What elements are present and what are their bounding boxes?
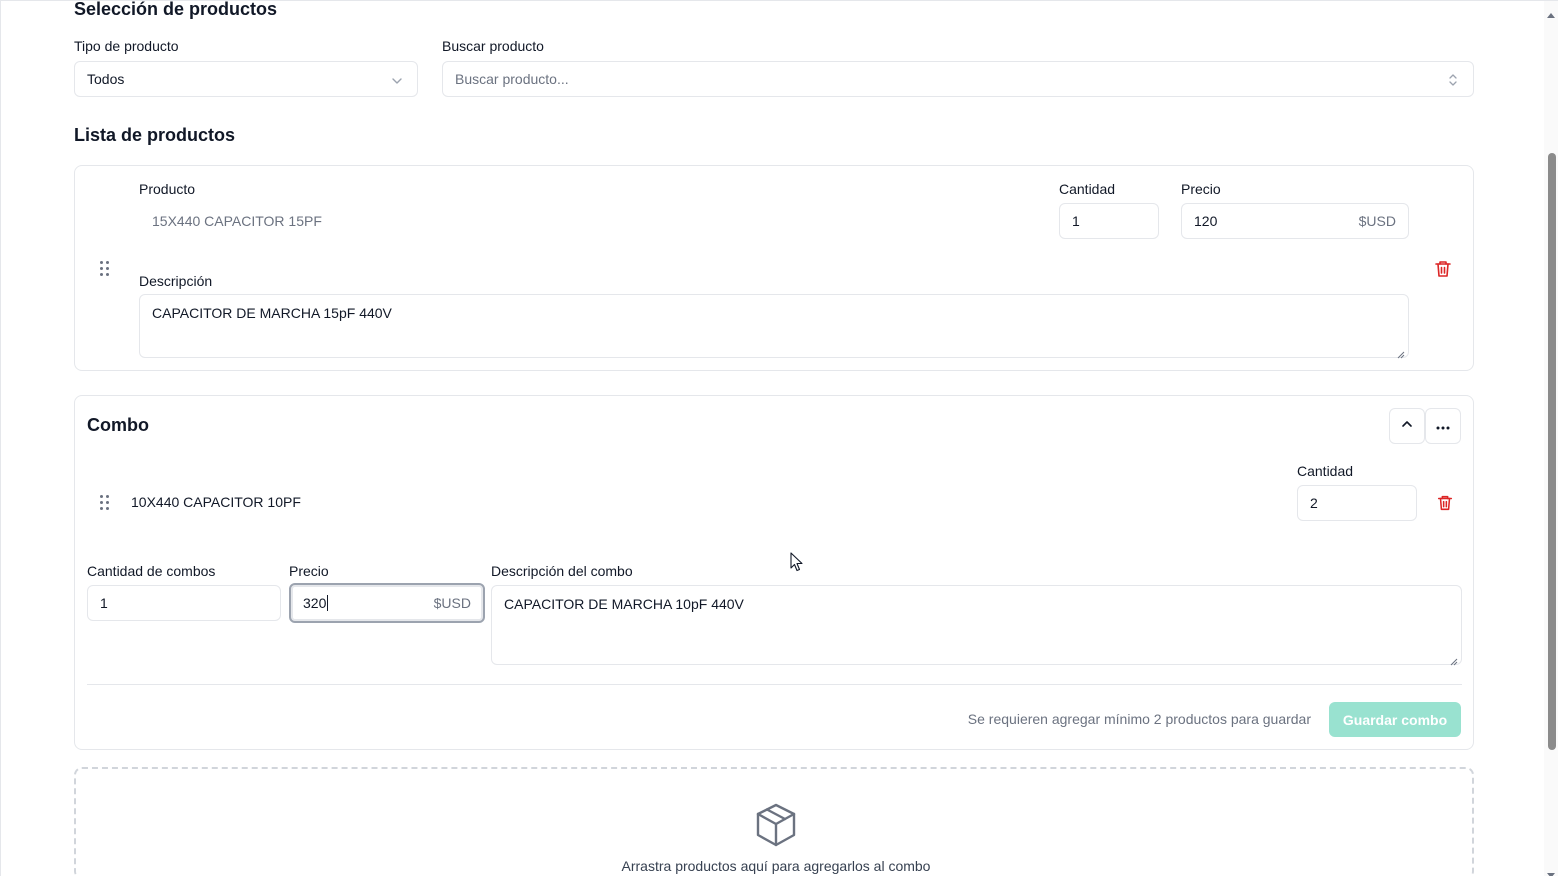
combo-price-label: Precio xyxy=(289,563,329,579)
section-title-product-selection: Selección de productos xyxy=(74,0,278,19)
price-value: 120 xyxy=(1194,213,1218,229)
description-label: Descripción xyxy=(139,273,213,289)
requirement-message: Se requieren agregar mínimo 2 productos … xyxy=(967,711,1311,727)
quantity-input[interactable]: 1 xyxy=(1059,203,1159,239)
scroll-up-icon[interactable] xyxy=(1547,5,1555,23)
chevron-down-icon xyxy=(391,74,403,90)
vertical-scrollbar[interactable] xyxy=(1544,1,1558,876)
mouse-pointer-icon xyxy=(790,552,804,577)
search-product-placeholder: Buscar producto... xyxy=(455,71,569,87)
combo-price-value: 320 xyxy=(303,595,327,611)
quantity-value: 1 xyxy=(1072,213,1080,229)
search-product-label: Buscar producto xyxy=(442,38,544,54)
scrollbar-thumb[interactable] xyxy=(1548,153,1556,750)
section-title-product-list: Lista de productos xyxy=(74,125,236,145)
scroll-down-icon[interactable] xyxy=(1547,866,1555,876)
combo-count-value: 1 xyxy=(100,595,108,611)
currency-suffix: $USD xyxy=(433,595,471,611)
dropzone-message: Arrastra productos aquí para agregarlos … xyxy=(621,858,931,874)
combo-count-input[interactable]: 1 xyxy=(87,585,281,621)
combo-price-input[interactable]: 320 $USD xyxy=(289,583,485,623)
quantity-label: Cantidad xyxy=(1059,181,1116,197)
chevron-up-down-icon xyxy=(1447,72,1459,91)
combo-description-value: CAPACITOR DE MARCHA 10pF 440V xyxy=(504,596,744,612)
combo-item-name: 10X440 CAPACITOR 10PF xyxy=(131,494,301,510)
combo-title: Combo xyxy=(87,415,149,435)
trash-icon[interactable] xyxy=(1433,259,1453,284)
chevron-up-icon xyxy=(1401,417,1413,435)
page: Selección de productos Tipo de producto … xyxy=(0,0,1558,876)
combo-dropzone[interactable]: Arrastra productos aquí para agregarlos … xyxy=(74,767,1474,876)
product-name: 15X440 CAPACITOR 15PF xyxy=(152,213,322,229)
product-type-select[interactable]: Todos xyxy=(74,61,418,97)
product-type-label: Tipo de producto xyxy=(74,38,179,54)
currency-suffix: $USD xyxy=(1358,213,1396,229)
product-type-value: Todos xyxy=(87,71,125,87)
package-icon xyxy=(754,802,798,853)
save-combo-button[interactable]: Guardar combo xyxy=(1329,702,1461,737)
drag-handle-icon[interactable] xyxy=(100,495,110,511)
collapse-button[interactable] xyxy=(1389,408,1425,444)
combo-card: Combo 10X440 CAPACITOR 10PF Cantidad 2 C… xyxy=(74,395,1474,750)
combo-description-label: Descripción del combo xyxy=(491,563,633,579)
more-options-button[interactable] xyxy=(1425,408,1461,444)
divider xyxy=(87,684,1462,685)
price-input[interactable]: 120 $USD xyxy=(1181,203,1409,239)
product-label: Producto xyxy=(139,181,196,197)
product-list-item: Producto 15X440 CAPACITOR 15PF Cantidad … xyxy=(74,165,1474,371)
description-textarea[interactable]: CAPACITOR DE MARCHA 15pF 440V xyxy=(139,294,1409,359)
description-value: CAPACITOR DE MARCHA 15pF 440V xyxy=(152,305,392,321)
combo-item-quantity-input[interactable]: 2 xyxy=(1297,485,1417,521)
combo-item-quantity-label: Cantidad xyxy=(1297,463,1354,479)
more-horizontal-icon xyxy=(1436,417,1450,435)
resize-handle-icon[interactable] xyxy=(1450,653,1458,666)
combo-description-textarea[interactable]: CAPACITOR DE MARCHA 10pF 440V xyxy=(491,585,1462,666)
combo-count-label: Cantidad de combos xyxy=(87,563,216,579)
price-label: Precio xyxy=(1181,181,1221,197)
combo-item-quantity-value: 2 xyxy=(1310,495,1318,511)
text-caret xyxy=(327,595,329,611)
search-product-combobox[interactable]: Buscar producto... xyxy=(442,61,1474,97)
drag-handle-icon[interactable] xyxy=(100,261,110,277)
resize-handle-icon[interactable] xyxy=(1397,346,1405,359)
trash-icon[interactable] xyxy=(1436,494,1454,517)
